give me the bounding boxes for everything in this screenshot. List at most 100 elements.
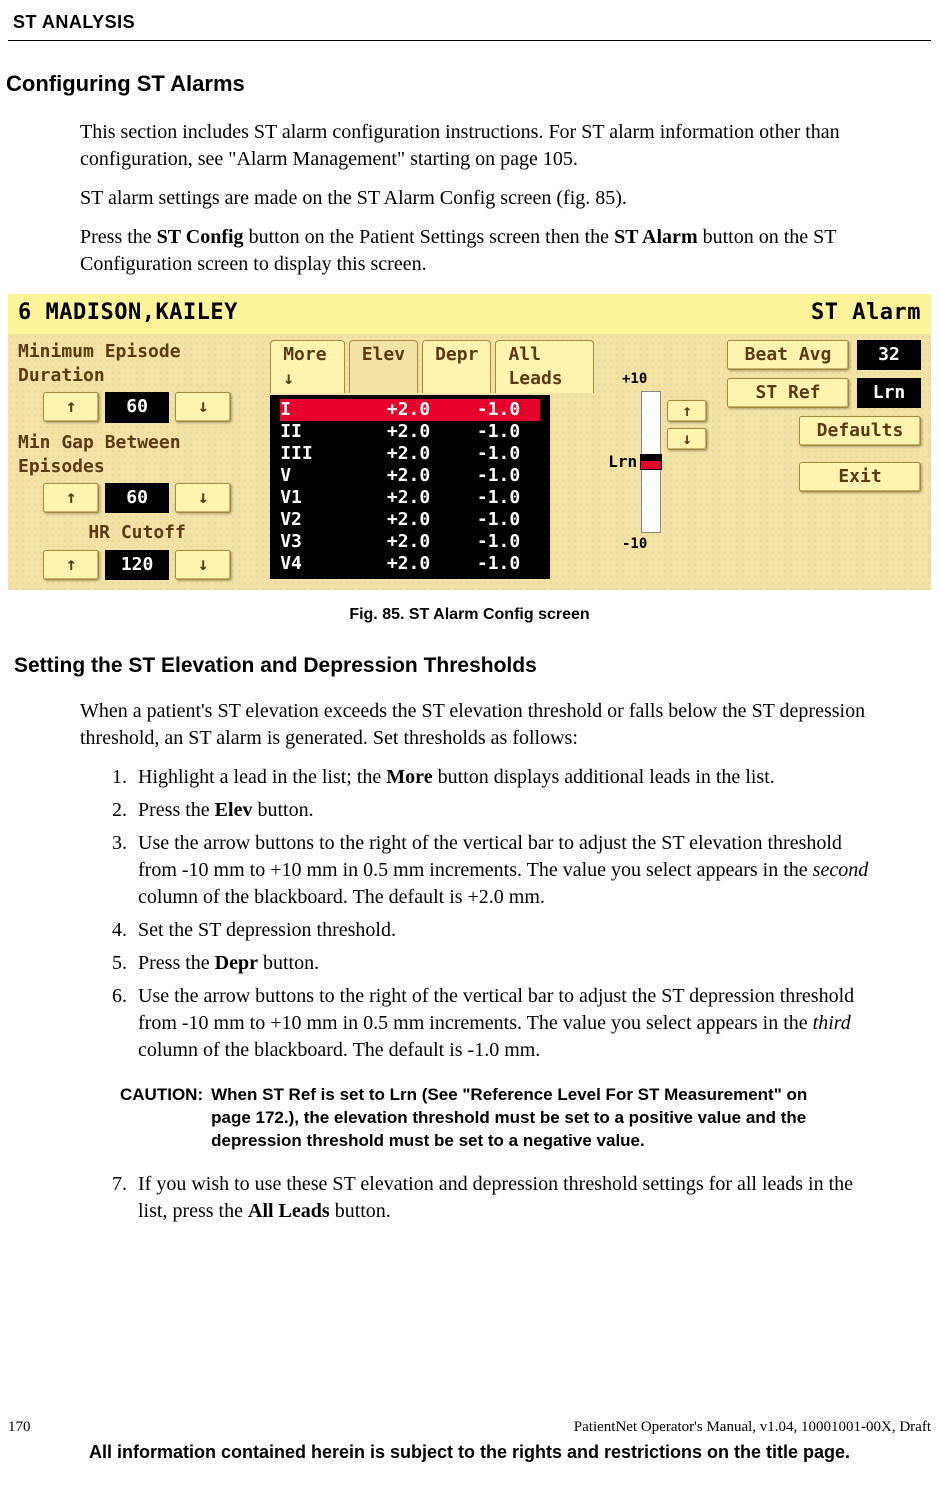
lead-depr: -1.0	[450, 509, 520, 531]
st-ref-value: Lrn	[857, 378, 921, 408]
min-gap-value: 60	[105, 483, 169, 513]
paragraph: ST alarm settings are made on the ST Ala…	[80, 185, 879, 212]
steps-list: Highlight a lead in the list; the More b…	[80, 764, 879, 1064]
lead-row[interactable]: V3 +2.0 -1.0	[280, 531, 540, 553]
st-ref-button[interactable]: ST Ref	[727, 378, 849, 408]
list-item: Press the Elev button.	[132, 797, 879, 824]
text-bold: More	[386, 766, 432, 788]
list-item: Use the arrow buttons to the right of th…	[132, 983, 879, 1064]
header-rule	[8, 40, 931, 41]
defaults-button[interactable]: Defaults	[799, 416, 921, 446]
text: button.	[330, 1200, 391, 1222]
text: button.	[258, 952, 319, 974]
caution-label: CAUTION:	[120, 1084, 211, 1153]
text: button on the Patient Settings screen th…	[244, 226, 615, 248]
list-item: Set the ST depression threshold.	[132, 917, 879, 944]
min-episode-value: 60	[105, 392, 169, 422]
hr-cutoff-label: HR Cutoff	[18, 521, 256, 545]
threshold-down-button[interactable]: ↓	[667, 428, 707, 450]
text: If you wish to use these ST elevation an…	[138, 1173, 853, 1222]
lead-depr: -1.0	[450, 487, 520, 509]
beat-avg-button[interactable]: Beat Avg	[727, 340, 849, 370]
figure-st-alarm-config: 6 MADISON,KAILEY ST Alarm Minimum Episod…	[8, 294, 931, 590]
lead-elev: +2.0	[340, 487, 450, 509]
text: Press the	[138, 952, 215, 974]
text: Use the arrow buttons to the right of th…	[138, 985, 854, 1034]
all-leads-button[interactable]: All Leads	[495, 340, 594, 394]
text: button displays additional leads in the …	[433, 766, 775, 788]
threshold-bar	[641, 391, 661, 533]
min-gap-label: Min Gap Between Episodes	[18, 431, 256, 480]
running-header: ST ANALYSIS	[0, 10, 939, 40]
hr-cutoff-up-button[interactable]: ↑	[43, 550, 99, 580]
caution-text: When ST Ref is set to Lrn (See "Referenc…	[211, 1084, 839, 1153]
lead-name: V	[280, 465, 340, 487]
lead-row[interactable]: V +2.0 -1.0	[280, 465, 540, 487]
elev-tab[interactable]: Elev	[349, 340, 418, 394]
min-episode-label: Minimum Episode Duration	[18, 340, 256, 389]
beat-avg-value: 32	[857, 340, 921, 370]
lead-depr: -1.0	[450, 553, 520, 575]
lead-depr: -1.0	[450, 465, 520, 487]
text: button.	[252, 799, 313, 821]
page-footer: 170 PatientNet Operator's Manual, v1.04,…	[0, 1417, 939, 1464]
bar-bottom-label: -10	[622, 535, 647, 554]
paragraph: Press the ST Config button on the Patien…	[80, 224, 879, 278]
list-item: If you wish to use these ST elevation an…	[132, 1171, 879, 1225]
lead-elev: +2.0	[340, 443, 450, 465]
hr-cutoff-down-button[interactable]: ↓	[175, 550, 231, 580]
caution-block: CAUTION: When ST Ref is set to Lrn (See …	[120, 1084, 839, 1153]
bar-top-label: +10	[622, 370, 647, 389]
text-bold: Depr	[215, 952, 258, 974]
subsection-heading: Setting the ST Elevation and Depression …	[14, 652, 939, 680]
hr-cutoff-value: 120	[105, 550, 169, 580]
lead-table[interactable]: I +2.0 -1.0 II +2.0 -1.0 III +2.0 -1.0	[270, 395, 550, 579]
lead-name: II	[280, 421, 340, 443]
lead-name: V1	[280, 487, 340, 509]
min-episode-up-button[interactable]: ↑	[43, 392, 99, 422]
depr-tab[interactable]: Depr	[422, 340, 491, 394]
text-italic: third	[813, 1012, 851, 1034]
figure-caption: Fig. 85. ST Alarm Config screen	[0, 604, 939, 626]
lead-name: III	[280, 443, 340, 465]
patient-id: 6 MADISON,KAILEY	[18, 298, 238, 328]
paragraph: When a patient's ST elevation exceeds th…	[80, 698, 879, 752]
lead-depr: -1.0	[450, 531, 520, 553]
lead-row[interactable]: V2 +2.0 -1.0	[280, 509, 540, 531]
screen-title: ST Alarm	[811, 298, 921, 328]
threshold-up-button[interactable]: ↑	[667, 400, 707, 422]
lead-elev: +2.0	[340, 553, 450, 575]
exit-button[interactable]: Exit	[799, 462, 921, 492]
window-titlebar: 6 MADISON,KAILEY ST Alarm	[8, 294, 931, 334]
lead-name: I	[280, 399, 340, 421]
lead-depr: -1.0	[450, 443, 520, 465]
lead-elev: +2.0	[340, 465, 450, 487]
lead-elev: +2.0	[340, 509, 450, 531]
text: Highlight a lead in the list; the	[138, 766, 386, 788]
paragraph: This section includes ST alarm configura…	[80, 119, 879, 173]
min-episode-down-button[interactable]: ↓	[175, 392, 231, 422]
lead-name: V4	[280, 553, 340, 575]
lead-row[interactable]: II +2.0 -1.0	[280, 421, 540, 443]
text: Use the arrow buttons to the right of th…	[138, 832, 842, 881]
text: Press the	[138, 799, 215, 821]
min-gap-up-button[interactable]: ↑	[43, 483, 99, 513]
text-bold: ST Config	[157, 226, 244, 248]
lead-row[interactable]: III +2.0 -1.0	[280, 443, 540, 465]
footer-restriction: All information contained herein is subj…	[8, 1440, 931, 1464]
lead-row-selected[interactable]: I +2.0 -1.0	[280, 399, 540, 421]
lead-row[interactable]: V4 +2.0 -1.0	[280, 553, 540, 575]
text: column of the blackboard. The default is…	[138, 1039, 540, 1061]
lead-row[interactable]: V1 +2.0 -1.0	[280, 487, 540, 509]
lead-elev: +2.0	[340, 421, 450, 443]
page-number: 170	[8, 1417, 31, 1437]
more-button[interactable]: More ↓	[270, 340, 345, 394]
min-gap-down-button[interactable]: ↓	[175, 483, 231, 513]
text-italic: second	[813, 859, 869, 881]
lead-name: V3	[280, 531, 340, 553]
lead-depr: -1.0	[450, 421, 520, 443]
list-item: Use the arrow buttons to the right of th…	[132, 830, 879, 911]
lead-elev: +2.0	[340, 399, 450, 421]
doc-info: PatientNet Operator's Manual, v1.04, 100…	[574, 1417, 931, 1437]
list-item: Press the Depr button.	[132, 950, 879, 977]
